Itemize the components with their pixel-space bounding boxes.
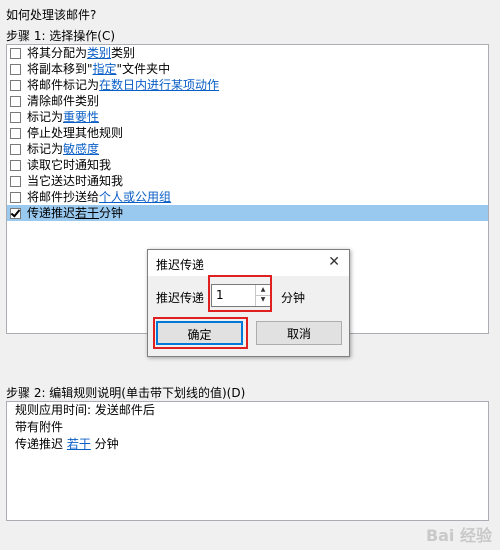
defer-field-label: 推迟传递 — [156, 291, 205, 305]
action-text: 将其分配为 — [27, 46, 88, 60]
action-text: 标记为 — [27, 110, 64, 124]
action-checkbox[interactable] — [10, 175, 21, 187]
dialog-title: 推迟传递 — [156, 258, 205, 272]
action-item[interactable]: 将副本移到" 指定 "文件夹中 — [7, 61, 488, 77]
delay-minutes-link[interactable]: 若干 — [67, 437, 91, 451]
action-checkbox[interactable] — [10, 191, 21, 203]
action-text: 读取它时通知我 — [27, 158, 112, 172]
step1-label: 步骤 1: 选择操作(C) — [6, 29, 116, 43]
rule-desc-line: 传递推迟 若干 分钟 — [7, 436, 488, 453]
action-value-link[interactable]: 敏感度 — [63, 141, 99, 157]
action-item[interactable]: 读取它时通知我 — [7, 157, 488, 173]
action-item[interactable]: 清除邮件类别 — [7, 93, 488, 109]
action-text: 将副本移到" — [27, 62, 93, 76]
action-text: 当它送达时通知我 — [27, 174, 124, 188]
action-value-link[interactable]: 个人或公用组 — [99, 189, 171, 205]
rule-desc-line: 带有附件 — [15, 420, 64, 434]
step2-label: 步骤 2: 编辑规则说明(单击带下划线的值)(D) — [6, 386, 246, 400]
dialog-titlebar: 推迟传递 ✕ — [148, 250, 349, 276]
action-checkbox[interactable] — [10, 159, 21, 171]
rule-desc-line: 规则应用时间: 发送邮件后 — [15, 403, 155, 417]
close-icon[interactable]: ✕ — [328, 254, 340, 270]
action-text: 停止处理其他规则 — [27, 126, 124, 140]
question-heading: 如何处理该邮件? — [6, 8, 97, 22]
action-text: 将邮件抄送给 — [27, 190, 100, 204]
action-item[interactable]: 标记为 重要性 — [7, 109, 488, 125]
action-checkbox[interactable] — [10, 63, 21, 75]
action-value-link[interactable]: 若干 — [75, 205, 99, 221]
action-value-link[interactable]: 重要性 — [63, 109, 99, 125]
action-checkbox[interactable] — [10, 207, 21, 219]
action-item[interactable]: 标记为 敏感度 — [7, 141, 488, 157]
highlight-box-stepper — [208, 275, 272, 312]
watermark-logo: Bai 经验 — [425, 526, 492, 545]
action-text: 标记为 — [27, 142, 64, 156]
action-text: 清除邮件类别 — [27, 94, 100, 108]
action-text: 分钟 — [99, 206, 124, 220]
action-text: 将邮件标记为 — [27, 78, 100, 92]
rule-desc-text: 传递推迟 — [15, 437, 67, 451]
action-value-link[interactable]: 类别 — [87, 45, 111, 61]
action-item[interactable]: 将邮件标记为 在数日内进行某项动作 — [7, 77, 488, 93]
action-text: 传递推迟 — [27, 206, 76, 220]
defer-delivery-dialog: 推迟传递 ✕ 推迟传递 1 ▲ ▼ 分钟 确定 取消 — [147, 249, 350, 357]
action-checkbox[interactable] — [10, 79, 21, 91]
action-item[interactable]: 当它送达时通知我 — [7, 173, 488, 189]
minutes-unit-label: 分钟 — [281, 291, 306, 305]
action-item[interactable]: 停止处理其他规则 — [7, 125, 488, 141]
highlight-box-ok — [153, 317, 248, 349]
action-item[interactable]: 将邮件抄送给 个人或公用组 — [7, 189, 488, 205]
action-text: "文件夹中 — [116, 62, 171, 76]
action-checkbox[interactable] — [10, 47, 21, 59]
action-text: 类别 — [111, 46, 136, 60]
action-value-link[interactable]: 指定 — [93, 61, 117, 77]
action-value-link[interactable]: 在数日内进行某项动作 — [99, 77, 219, 93]
cancel-button[interactable]: 取消 — [256, 321, 342, 345]
action-checkbox[interactable] — [10, 143, 21, 155]
action-checkbox[interactable] — [10, 95, 21, 107]
action-checkbox[interactable] — [10, 111, 21, 123]
rule-description-box: 规则应用时间: 发送邮件后 带有附件 传递推迟 若干 分钟 — [6, 401, 489, 521]
action-item[interactable]: 传递推迟 若干 分钟 — [7, 205, 488, 221]
action-item[interactable]: 将其分配为 类别 类别 — [7, 45, 488, 61]
rule-desc-text: 分钟 — [90, 437, 119, 451]
action-checkbox[interactable] — [10, 127, 21, 139]
